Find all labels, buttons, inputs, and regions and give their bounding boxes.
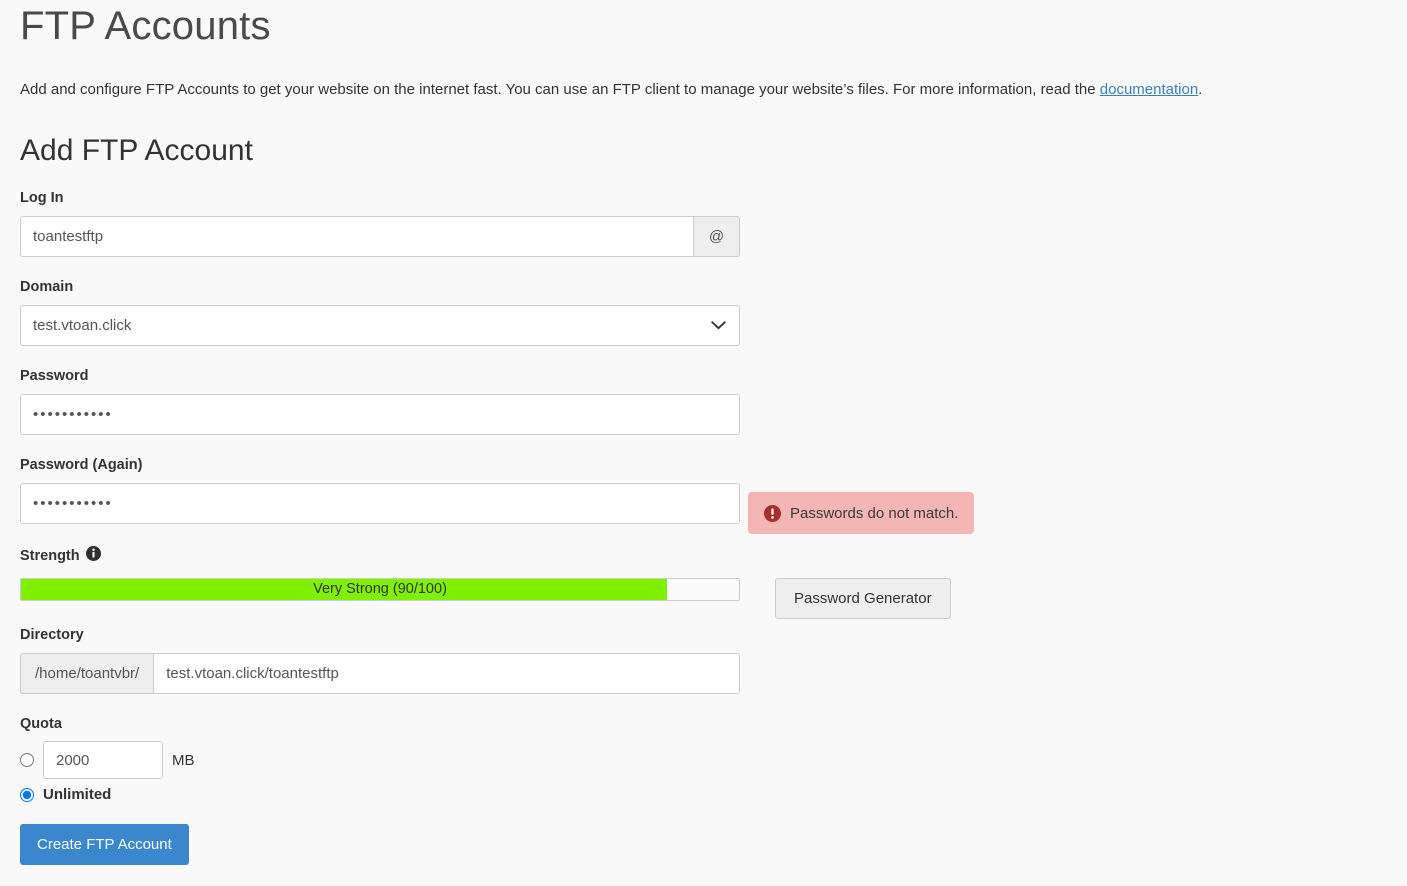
quota-amount-radio[interactable] — [20, 753, 34, 767]
password-input[interactable] — [20, 394, 740, 435]
login-field-group: Log In @ — [20, 166, 1387, 257]
password-mismatch-text: Passwords do not match. — [790, 504, 959, 522]
submit-row: Create FTP Account — [20, 803, 1387, 865]
quota-unlimited-label: Unlimited — [43, 786, 112, 803]
login-label: Log In — [20, 190, 64, 206]
directory-input-group: /home/toantvbr/ — [20, 653, 740, 694]
password-mismatch-alert: Passwords do not match. — [748, 492, 975, 534]
password-strength-meter: Very Strong (90/100) — [20, 578, 740, 601]
password-again-label: Password (Again) — [20, 457, 143, 473]
quota-unit-label: MB — [172, 751, 195, 769]
password-field-group: Password — [20, 346, 1387, 435]
home-path-prefix: /home/toantvbr/ — [20, 653, 155, 694]
at-symbol-addon: @ — [694, 216, 740, 257]
directory-field-group: Directory /home/toantvbr/ — [20, 601, 1387, 694]
directory-label: Directory — [20, 627, 84, 643]
quota-unlimited-row: Unlimited — [20, 786, 1387, 803]
strength-label: Strength — [20, 548, 80, 564]
directory-input[interactable] — [154, 653, 740, 694]
domain-field-group: Domain test.vtoan.click — [20, 257, 1387, 346]
documentation-link[interactable]: documentation — [1100, 81, 1198, 98]
add-ftp-account-form: Log In @ Domain test.vtoan.click — [20, 166, 1387, 865]
page-description: Add and configure FTP Accounts to get yo… — [20, 46, 1387, 100]
login-input[interactable] — [20, 216, 694, 257]
quota-amount-input[interactable] — [43, 741, 163, 779]
page-description-suffix: . — [1198, 81, 1203, 98]
info-circle-icon[interactable] — [85, 546, 101, 566]
login-input-group: @ — [20, 216, 740, 257]
add-ftp-account-heading: Add FTP Account — [20, 134, 253, 167]
strength-label-row: Strength — [20, 546, 1387, 566]
strength-group: Strength Very Strong (90/100) — [20, 524, 1387, 601]
password-again-field-group: Password (Again) — [20, 435, 1387, 524]
create-ftp-account-button[interactable]: Create FTP Account — [20, 824, 189, 865]
password-again-input[interactable] — [20, 483, 740, 524]
quota-unlimited-radio[interactable] — [20, 787, 34, 802]
quota-group: Quota MB Unlimited — [20, 694, 1387, 803]
ftp-accounts-page: FTP Accounts Add and configure FTP Accou… — [0, 0, 1407, 886]
domain-select[interactable]: test.vtoan.click — [20, 305, 740, 346]
page-title: FTP Accounts — [20, 4, 271, 48]
quota-amount-row: MB — [20, 741, 1387, 779]
error-circle-icon — [764, 504, 781, 522]
domain-select-wrap: test.vtoan.click — [20, 305, 740, 346]
password-label: Password — [20, 368, 89, 384]
password-strength-text: Very Strong (90/100) — [313, 581, 447, 597]
domain-label: Domain — [20, 279, 74, 295]
page-description-text: Add and configure FTP Accounts to get yo… — [20, 81, 1100, 98]
password-generator-button[interactable]: Password Generator — [775, 578, 951, 619]
quota-label: Quota — [20, 716, 62, 732]
